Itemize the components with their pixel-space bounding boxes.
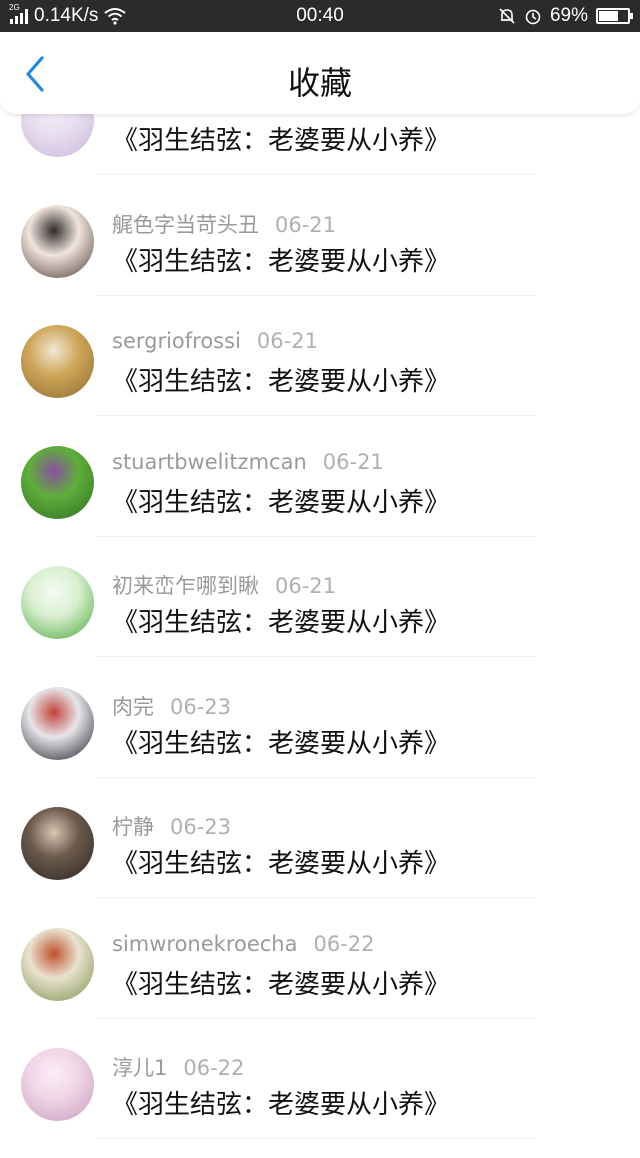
divider: [96, 897, 536, 898]
username[interactable]: 初来峦乍哪到瞅 06-21: [112, 570, 336, 600]
username[interactable]: 肉完 06-23: [112, 691, 231, 721]
battery-level-fill: [599, 11, 618, 21]
username-text: stuartbwelitzmcan: [112, 449, 307, 474]
status-right: 69%: [498, 5, 633, 27]
favorite-title[interactable]: 《羽生结弦：老婆要从小养》: [112, 602, 450, 639]
divider: [96, 294, 536, 296]
username[interactable]: 柠静 06-23: [112, 811, 231, 841]
username[interactable]: stuartbwelitzmcan 06-21: [112, 450, 384, 474]
post-date: 06-23: [170, 815, 232, 839]
divider: [96, 174, 536, 175]
list-item[interactable]: stuartbwelitzmcan 06-21 《羽生结弦：老婆要从小养》: [0, 436, 640, 556]
username[interactable]: simwronekroecha 06-22: [112, 932, 375, 956]
avatar[interactable]: [21, 686, 94, 760]
battery-percent: 69%: [549, 5, 588, 26]
post-date: 06-21: [275, 574, 337, 598]
list-item[interactable]: 肉完 06-23 《羽生结弦：老婆要从小养》: [0, 677, 640, 797]
favorite-title[interactable]: 《羽生结弦：老婆要从小养》: [112, 843, 450, 880]
username-text: 艉色字当苛头丑: [112, 212, 259, 237]
username[interactable]: 艉色字当苛头丑 06-21: [112, 209, 336, 239]
username-text: 肉完: [112, 694, 154, 719]
username[interactable]: 淳儿1 06-22: [112, 1052, 244, 1082]
divider: [96, 1138, 536, 1139]
avatar[interactable]: [21, 566, 94, 639]
avatar[interactable]: [21, 445, 94, 519]
post-date: 06-21: [322, 449, 384, 474]
header: 收藏: [0, 32, 640, 114]
post-date: 06-21: [256, 329, 318, 353]
list-item[interactable]: 淳儿1 06-22 《羽生结弦：老婆要从小养》: [0, 1038, 640, 1158]
post-date: 06-21: [275, 212, 337, 237]
mute-bell-icon: [499, 8, 515, 24]
status-bar: 2G 0.14K/s 00:40 69%: [0, 0, 640, 32]
favorites-list[interactable]: 《羽生结弦：老婆要从小养》 艉色字当苛头丑 06-21 《羽生结弦：老婆要从小养》 se…: [0, 0, 640, 1139]
avatar[interactable]: [21, 325, 94, 398]
avatar[interactable]: [21, 807, 94, 880]
battery-icon: [596, 8, 633, 24]
favorite-title[interactable]: 《羽生结弦：老婆要从小养》: [112, 120, 450, 157]
favorite-title[interactable]: 《羽生结弦：老婆要从小养》: [112, 1084, 450, 1121]
divider: [96, 1017, 536, 1019]
list-item[interactable]: simwronekroecha 06-22 《羽生结弦：老婆要从小养》: [0, 918, 640, 1038]
divider: [96, 656, 536, 657]
username-text: 柠静: [112, 815, 154, 839]
alarm-icon: [525, 9, 541, 25]
username-text: sergriofrossi: [112, 329, 241, 353]
list-item[interactable]: 初来峦乍哪到瞅 06-21 《羽生结弦：老婆要从小养》: [0, 556, 640, 676]
list-item[interactable]: 柠静 06-23 《羽生结弦：老婆要从小养》: [0, 797, 640, 917]
post-date: 06-22: [183, 1056, 245, 1080]
username-text: 淳儿1: [112, 1056, 168, 1080]
avatar[interactable]: [21, 927, 94, 1001]
favorite-title[interactable]: 《羽生结弦：老婆要从小养》: [112, 241, 450, 278]
username-text: simwronekroecha: [112, 931, 298, 956]
username[interactable]: sergriofrossi 06-21: [112, 329, 318, 353]
favorite-title[interactable]: 《羽生结弦：老婆要从小养》: [112, 964, 450, 1001]
divider: [96, 535, 536, 537]
avatar[interactable]: [21, 204, 94, 278]
favorite-title[interactable]: 《羽生结弦：老婆要从小养》: [112, 723, 450, 760]
avatar[interactable]: [21, 1048, 94, 1121]
list-item[interactable]: sergriofrossi 06-21 《羽生结弦：老婆要从小养》: [0, 315, 640, 435]
divider: [96, 776, 536, 778]
post-date: 06-23: [170, 694, 232, 719]
favorite-title[interactable]: 《羽生结弦：老婆要从小养》: [112, 482, 450, 519]
divider: [96, 415, 536, 416]
page-title: 收藏: [287, 64, 352, 102]
favorite-title[interactable]: 《羽生结弦：老婆要从小养》: [112, 361, 450, 398]
list-item[interactable]: 艉色字当苛头丑 06-21 《羽生结弦：老婆要从小养》: [0, 195, 640, 315]
post-date: 06-22: [313, 931, 375, 956]
username-text: 初来峦乍哪到瞅: [112, 574, 259, 598]
